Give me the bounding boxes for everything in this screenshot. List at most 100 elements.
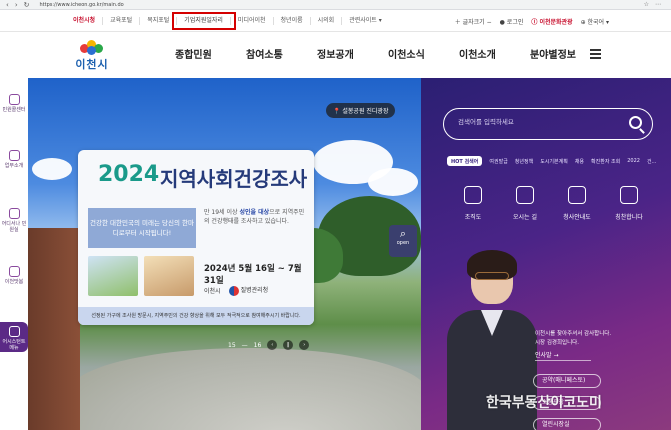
nav-info-disclosure[interactable]: 정보공개 <box>317 46 388 61</box>
site-header: 이천시 종합민원 참여소통 정보공개 이천소식 이천소개 분야별정보 <box>0 32 671 78</box>
search-icon: ⌕ <box>399 227 407 240</box>
family-photo <box>88 256 138 296</box>
nav-icheon-news[interactable]: 이천소식 <box>388 46 459 61</box>
park-path <box>68 348 421 430</box>
link-youth[interactable]: 청년이룸 <box>274 17 311 25</box>
cloud-decoration <box>368 168 418 196</box>
link-related-sites[interactable]: 관련사이트 ▾ <box>342 17 389 25</box>
quick-work-intro[interactable]: 업무소개 <box>0 150 28 169</box>
search-box <box>443 108 653 140</box>
culture-tour-link[interactable]: Ⓘ 이천문화관광 <box>531 17 572 26</box>
notice-title: 지역사회건강조사 <box>160 167 308 191</box>
main-nav: 종합민원 참여소통 정보공개 이천소식 이천소개 분야별정보 <box>175 46 601 61</box>
site-links: 이천시청 교육포털 복지포털 기업지원일자리 미디어이천 청년이룸 시의회 관련… <box>66 10 389 32</box>
hamburger-menu-icon[interactable] <box>590 49 601 59</box>
hot-keyword[interactable]: 도시기본계획 <box>540 158 568 165</box>
nav-about-icheon[interactable]: 이천소개 <box>459 46 530 61</box>
pledge-link[interactable]: 공약(매니페스토) <box>533 374 601 388</box>
service-praise[interactable]: 칭찬합니다 <box>603 186 655 221</box>
notice-footer: 선정된 가구에 조사원 방문시, 지역주민의 건강 향상을 위해 모두 적극적으… <box>78 307 314 325</box>
service-shortcuts: 조직도 오시는 길 청사안내도 칭찬합니다 <box>447 186 655 221</box>
cloud-decoration <box>32 158 72 180</box>
hot-keyword[interactable]: 채용 <box>575 158 584 165</box>
assistant-icon <box>8 326 20 337</box>
site-topbar: 이천시청 교육포털 복지포털 기업지원일자리 미디어이천 청년이룸 시의회 관련… <box>0 10 671 32</box>
link-business-jobs[interactable]: 기업지원일자리 <box>172 12 236 30</box>
slider-controls: 15 — 16 ‹ ‖ › <box>228 340 310 350</box>
greeting-link[interactable]: 인사말 → <box>535 350 591 361</box>
survey-notice-banner[interactable]: 2024 지역사회건강조사 건강한 대한민국의 미래는 당신의 한마디로부터 시… <box>78 150 314 325</box>
quick-call-center[interactable]: 민원콜센터 <box>0 94 28 113</box>
survey-period: 2024년 5월 16일 ~ 7월 31일 <box>204 264 302 286</box>
hero-banner: 📍 설봉공원 진디광장 2024 지역사회건강조사 건강한 대한민국의 미래는 … <box>28 78 421 430</box>
link-education-portal[interactable]: 교육포털 <box>103 17 141 25</box>
watermark: 한국부동산이코노미 <box>486 395 602 411</box>
prev-slide-icon[interactable]: ‹ <box>267 340 278 350</box>
person-icon <box>620 186 638 204</box>
service-building-guide[interactable]: 청사안내도 <box>551 186 603 221</box>
utility-menu: ＋ 글자크기 − ● 로그인 Ⓘ 이천문화관광 ⊕ 한국어 ▾ <box>455 10 609 32</box>
back-icon[interactable]: ‹ <box>6 1 9 9</box>
star-icon[interactable]: ☆ <box>644 1 649 8</box>
next-slide-icon[interactable]: › <box>299 340 310 350</box>
service-directions[interactable]: 오시는 길 <box>499 186 551 221</box>
service-org-chart[interactable]: 조직도 <box>447 186 499 221</box>
briefcase-icon <box>8 150 20 161</box>
link-icheon-city[interactable]: 이천시청 <box>66 17 104 25</box>
building-decoration <box>28 228 80 430</box>
search-input[interactable] <box>458 118 618 126</box>
quick-assistant-menu[interactable]: 어시스턴트 메뉴 <box>0 322 28 352</box>
hot-keyword[interactable]: 건... <box>647 158 656 165</box>
document-icon <box>8 208 20 219</box>
site-logo[interactable]: 이천시 <box>70 40 114 72</box>
slide-total: 16 <box>253 341 262 349</box>
hot-keyword[interactable]: 확진환자 조회 <box>591 158 620 165</box>
hot-keyword[interactable]: 여권발급 <box>489 158 507 165</box>
slide-current: 15 <box>228 341 236 349</box>
kdca-emblem-icon <box>228 285 239 296</box>
notice-slogan: 건강한 대한민국의 미래는 당신의 한마디로부터 시작됩니다! <box>88 208 196 248</box>
open-mayor-office-link[interactable]: 열린시장실 <box>533 418 601 430</box>
logo-text: 이천시 <box>75 58 109 71</box>
address-bar[interactable]: https://www.icheon.go.kr/main.do <box>40 2 124 8</box>
elderly-photo <box>144 256 194 296</box>
quick-menu: 민원콜센터 업무소개 어디서나 민원실 이천맛봄 어시스턴트 메뉴 <box>0 82 28 362</box>
phone-icon <box>8 94 20 105</box>
notice-description: 만 19세 이상 성인을 대상으로 지역주민의 건강행태를 조사하고 있습니다. <box>204 209 305 225</box>
food-icon <box>8 266 20 277</box>
notice-year: 2024 <box>98 162 160 187</box>
browser-toolbar: ‹ › ↻ https://www.icheon.go.kr/main.do ☆… <box>0 0 671 10</box>
icheon-logo: 이천시 <box>204 287 221 295</box>
font-size-button[interactable]: ＋ 글자크기 − <box>455 17 492 26</box>
building-icon <box>568 186 586 204</box>
quick-icheon-taste[interactable]: 이천맛봄 <box>0 266 28 285</box>
pause-icon[interactable]: ‖ <box>283 340 294 350</box>
open-search-button[interactable]: ⌕ open <box>389 225 417 257</box>
logo-mark-icon <box>80 40 104 55</box>
link-welfare-portal[interactable]: 복지포털 <box>140 17 178 25</box>
browser-icons: ☆ ⋯ <box>644 1 671 8</box>
reload-icon[interactable]: ↻ <box>24 1 30 9</box>
quick-anywhere-office[interactable]: 어디서나 민원실 <box>0 208 28 233</box>
hot-keyword[interactable]: 청년정책 <box>515 158 533 165</box>
map-pin-icon <box>516 186 534 204</box>
nav-civil-service[interactable]: 종합민원 <box>175 46 246 61</box>
hot-keyword[interactable]: 2022 <box>627 158 640 164</box>
hot-keywords: HOT 검색어 여권발급 청년정책 도시기본계획 채용 확진환자 조회 2022… <box>447 156 656 166</box>
organizer-logos: 이천시 질병관리청 <box>204 285 268 296</box>
search-icon[interactable] <box>629 116 642 129</box>
link-city-council[interactable]: 시의회 <box>311 17 343 25</box>
search-panel: HOT 검색어 여권발급 청년정책 도시기본계획 채용 확진환자 조회 2022… <box>421 78 671 430</box>
hot-keywords-label: HOT 검색어 <box>447 156 483 166</box>
location-label: 📍 설봉공원 진디광장 <box>326 103 396 118</box>
mayor-greeting: 이천시를 찾아주셔서 감사합니다. 시장 김경희입니다. <box>535 331 612 346</box>
link-media-icheon[interactable]: 미디어이천 <box>231 17 274 25</box>
forward-icon[interactable]: › <box>15 1 18 9</box>
kdca-logo: 질병관리청 <box>228 285 268 296</box>
slide-separator: — <box>241 341 248 349</box>
extension-icon[interactable]: ⋯ <box>655 1 661 8</box>
nav-participation[interactable]: 참여소통 <box>246 46 317 61</box>
login-button[interactable]: ● 로그인 <box>500 17 524 26</box>
language-select[interactable]: ⊕ 한국어 ▾ <box>581 17 609 26</box>
org-chart-icon <box>464 186 482 204</box>
